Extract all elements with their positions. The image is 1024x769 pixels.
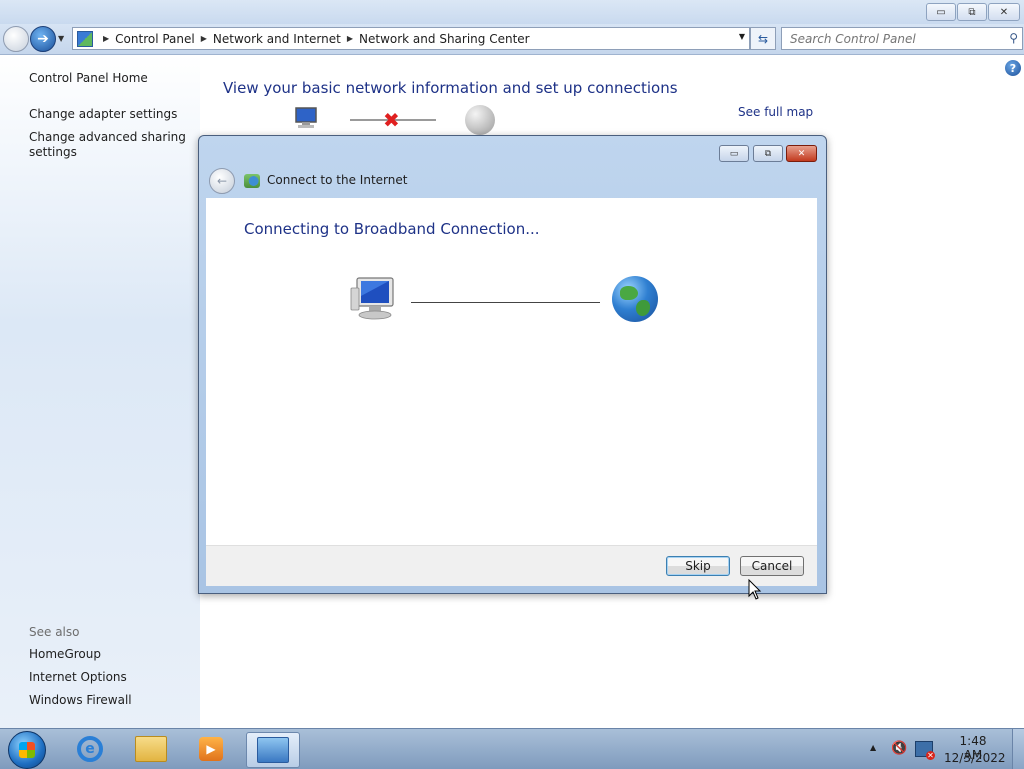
maximize-icon: ⧉	[764, 148, 772, 159]
address-dropdown-icon[interactable]: ▼	[739, 32, 745, 41]
taskbar-windows-explorer[interactable]	[125, 732, 177, 766]
media-player-icon: ▶	[199, 737, 223, 761]
forward-button[interactable]: ➔	[30, 26, 56, 52]
breadcrumb-separator-icon[interactable]: ▶	[347, 34, 353, 43]
address-bar[interactable]: ▶ Control Panel ▶ Network and Internet ▶…	[72, 27, 750, 50]
close-button[interactable]: ✕	[988, 3, 1020, 21]
change-advanced-sharing-link-line2[interactable]: settings	[29, 145, 77, 159]
homegroup-link[interactable]: HomeGroup	[29, 647, 101, 661]
dialog-footer: Skip Cancel	[206, 545, 817, 586]
dialog-maximize-button[interactable]: ⧉	[753, 145, 783, 162]
help-icon[interactable]: ?	[1005, 60, 1021, 76]
connection-line	[411, 302, 600, 303]
see-full-map-link[interactable]: See full map	[738, 105, 813, 119]
mouse-cursor-icon	[748, 579, 762, 600]
globe-icon	[465, 105, 495, 135]
disconnected-x-icon: ✖	[383, 108, 400, 132]
taskbar-internet-explorer[interactable]: e	[64, 732, 116, 766]
start-button[interactable]	[8, 731, 46, 769]
restore-icon: ⧉	[968, 6, 976, 18]
dialog-back-button[interactable]: ←	[209, 168, 235, 194]
dialog-minimize-button[interactable]: ▭	[719, 145, 749, 162]
navigation-bar: ➔ ▼ ▶ Control Panel ▶ Network and Intern…	[0, 24, 1024, 55]
computer-icon	[295, 107, 317, 128]
search-input[interactable]	[782, 30, 1002, 47]
show-hidden-icons-icon[interactable]: ▲	[870, 743, 876, 752]
refresh-icon: ⇆	[757, 31, 769, 46]
connect-to-internet-dialog: ▭ ⧉ ✕ ← Connect to the Internet Connecti…	[198, 135, 827, 594]
breadcrumb-network-and-internet[interactable]: Network and Internet	[213, 32, 341, 46]
see-also-heading: See also	[29, 625, 80, 639]
internet-explorer-icon: e	[77, 736, 103, 762]
taskbar-control-panel[interactable]	[246, 732, 300, 768]
minimize-icon: ▭	[936, 6, 946, 18]
control-panel-home-link[interactable]: Control Panel Home	[29, 71, 148, 85]
taskbar-media-player[interactable]: ▶	[185, 732, 237, 766]
globe-icon	[612, 276, 658, 322]
close-icon: ✕	[797, 148, 806, 159]
search-icon[interactable]: ⚲	[1009, 31, 1018, 45]
folder-icon	[135, 736, 167, 762]
history-dropdown-icon[interactable]: ▼	[58, 34, 64, 43]
connecting-status-heading: Connecting to Broadband Connection...	[244, 220, 540, 238]
minimize-icon: ▭	[729, 148, 739, 159]
dialog-close-button[interactable]: ✕	[786, 145, 817, 162]
refresh-button[interactable]: ⇆	[750, 27, 776, 50]
back-button[interactable]	[3, 26, 29, 52]
restore-button[interactable]: ⧉	[957, 3, 987, 21]
taskbar: e ▶ ▲ 🔇 1:48 AM 12/3/2022	[0, 728, 1024, 769]
page-title: View your basic network information and …	[223, 79, 678, 97]
breadcrumb-separator-icon[interactable]: ▶	[201, 34, 207, 43]
breadcrumb-separator-icon[interactable]: ▶	[103, 34, 109, 43]
control-panel-icon	[257, 737, 289, 763]
internet-options-link[interactable]: Internet Options	[29, 670, 127, 684]
cancel-button[interactable]: Cancel	[740, 556, 804, 576]
change-adapter-settings-link[interactable]: Change adapter settings	[29, 107, 177, 121]
computer-icon	[350, 277, 394, 320]
clock-date[interactable]: 12/3/2022	[944, 751, 1006, 765]
forward-arrow-icon: ➔	[37, 31, 49, 47]
window-titlebar: ▭ ⧉ ✕	[0, 0, 1024, 24]
skip-button[interactable]: Skip	[666, 556, 730, 576]
change-advanced-sharing-link[interactable]: Change advanced sharing	[29, 130, 186, 144]
search-box[interactable]: ⚲	[781, 27, 1023, 50]
control-panel-icon	[77, 30, 93, 47]
network-icon	[244, 174, 260, 188]
minimize-button[interactable]: ▭	[926, 3, 956, 21]
breadcrumb-network-sharing-center[interactable]: Network and Sharing Center	[359, 32, 530, 46]
windows-firewall-link[interactable]: Windows Firewall	[29, 693, 132, 707]
left-task-pane: Control Panel Home Change adapter settin…	[0, 55, 200, 728]
back-arrow-icon: ←	[216, 174, 228, 188]
show-desktop-button[interactable]	[1012, 729, 1024, 769]
volume-muted-icon[interactable]: 🔇	[891, 741, 907, 756]
close-icon: ✕	[999, 6, 1009, 18]
dialog-title: Connect to the Internet	[267, 173, 408, 187]
network-disconnected-icon[interactable]	[915, 741, 935, 760]
breadcrumb-control-panel[interactable]: Control Panel	[115, 32, 195, 46]
dialog-body: Connecting to Broadband Connection...	[206, 198, 817, 545]
